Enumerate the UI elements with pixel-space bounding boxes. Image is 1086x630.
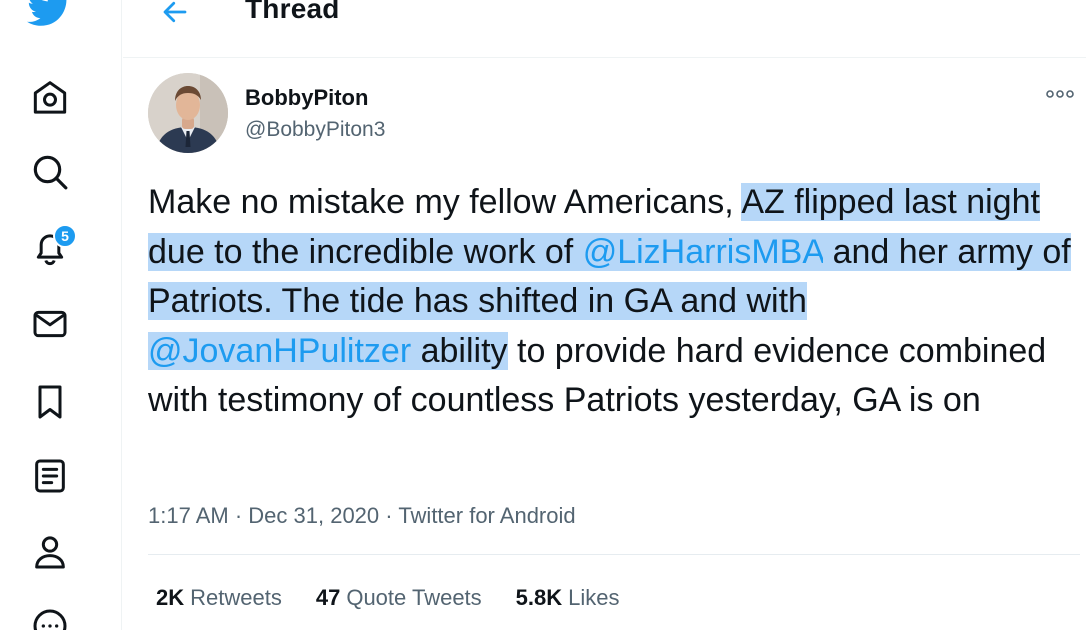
tweet-meta: 1:17 AM · Dec 31, 2020 · Twitter for And…	[148, 503, 576, 529]
nav-profile[interactable]	[24, 526, 76, 578]
meta-separator: ·	[228, 503, 249, 528]
retweets-count: 2K	[156, 585, 185, 610]
nav-more[interactable]	[24, 600, 76, 630]
twitter-logo-icon[interactable]	[26, 0, 72, 30]
bookmark-icon	[38, 385, 62, 419]
tweet-source[interactable]: Twitter for Android	[398, 503, 575, 528]
back-button[interactable]	[157, 0, 193, 30]
retweets-stat[interactable]: 2K Retweets	[156, 585, 282, 611]
likes-count: 5.8K	[515, 585, 563, 610]
tweet-more-button[interactable]	[1040, 82, 1080, 106]
likes-label: Likes	[568, 585, 620, 610]
author-name[interactable]: BobbyPiton	[245, 85, 368, 111]
thread-page: 5 Thread BobbyPiton @BobbyPiton3 Make no…	[0, 0, 1086, 630]
sidebar-nav: 5	[0, 0, 122, 630]
thread-header: Thread	[123, 0, 1086, 58]
tweet-date[interactable]: Dec 31, 2020	[248, 503, 379, 528]
author-handle[interactable]: @BobbyPiton3	[245, 118, 385, 142]
quote-tweets-count: 47	[315, 585, 341, 610]
quote-tweets-stat[interactable]: 47 Quote Tweets	[316, 585, 482, 611]
retweets-label: Retweets	[190, 585, 282, 610]
quote-tweets-label: Quote Tweets	[346, 585, 482, 610]
mention-link[interactable]: @JovanHPulitzer	[148, 331, 412, 370]
tweet: BobbyPiton @BobbyPiton3 Make no mistake …	[123, 58, 1086, 630]
mail-icon	[33, 310, 67, 338]
tweet-stats: 2K Retweets 47 Quote Tweets 5.8K Likes	[156, 585, 620, 611]
meta-separator: ·	[379, 503, 399, 528]
tweet-text-selected: ability	[411, 331, 508, 370]
tweet-text: Make no mistake my fellow Americans, AZ …	[148, 178, 1078, 426]
divider	[148, 554, 1080, 555]
nav-messages[interactable]	[24, 298, 76, 350]
page-title: Thread	[245, 0, 340, 24]
list-icon	[35, 459, 65, 493]
person-icon	[35, 536, 65, 569]
notification-badge: 5	[53, 224, 77, 248]
nav-lists[interactable]	[24, 450, 76, 502]
more-horizontal-icon	[1046, 90, 1074, 98]
nav-notifications[interactable]: 5	[24, 222, 77, 274]
home-icon	[33, 81, 67, 114]
tweet-text-part: Make no mistake my fellow Americans,	[148, 183, 742, 221]
mention-link[interactable]: @LizHarrisMBA	[582, 232, 824, 271]
nav-home[interactable]	[24, 72, 76, 124]
arrow-left-icon	[163, 1, 187, 23]
more-circle-icon	[33, 609, 67, 630]
tweet-time[interactable]: 1:17 AM	[148, 503, 229, 528]
nav-explore[interactable]	[24, 146, 76, 198]
avatar[interactable]	[148, 73, 228, 153]
likes-stat[interactable]: 5.8K Likes	[516, 585, 620, 611]
nav-bookmarks[interactable]	[24, 376, 76, 428]
search-icon	[33, 155, 68, 190]
